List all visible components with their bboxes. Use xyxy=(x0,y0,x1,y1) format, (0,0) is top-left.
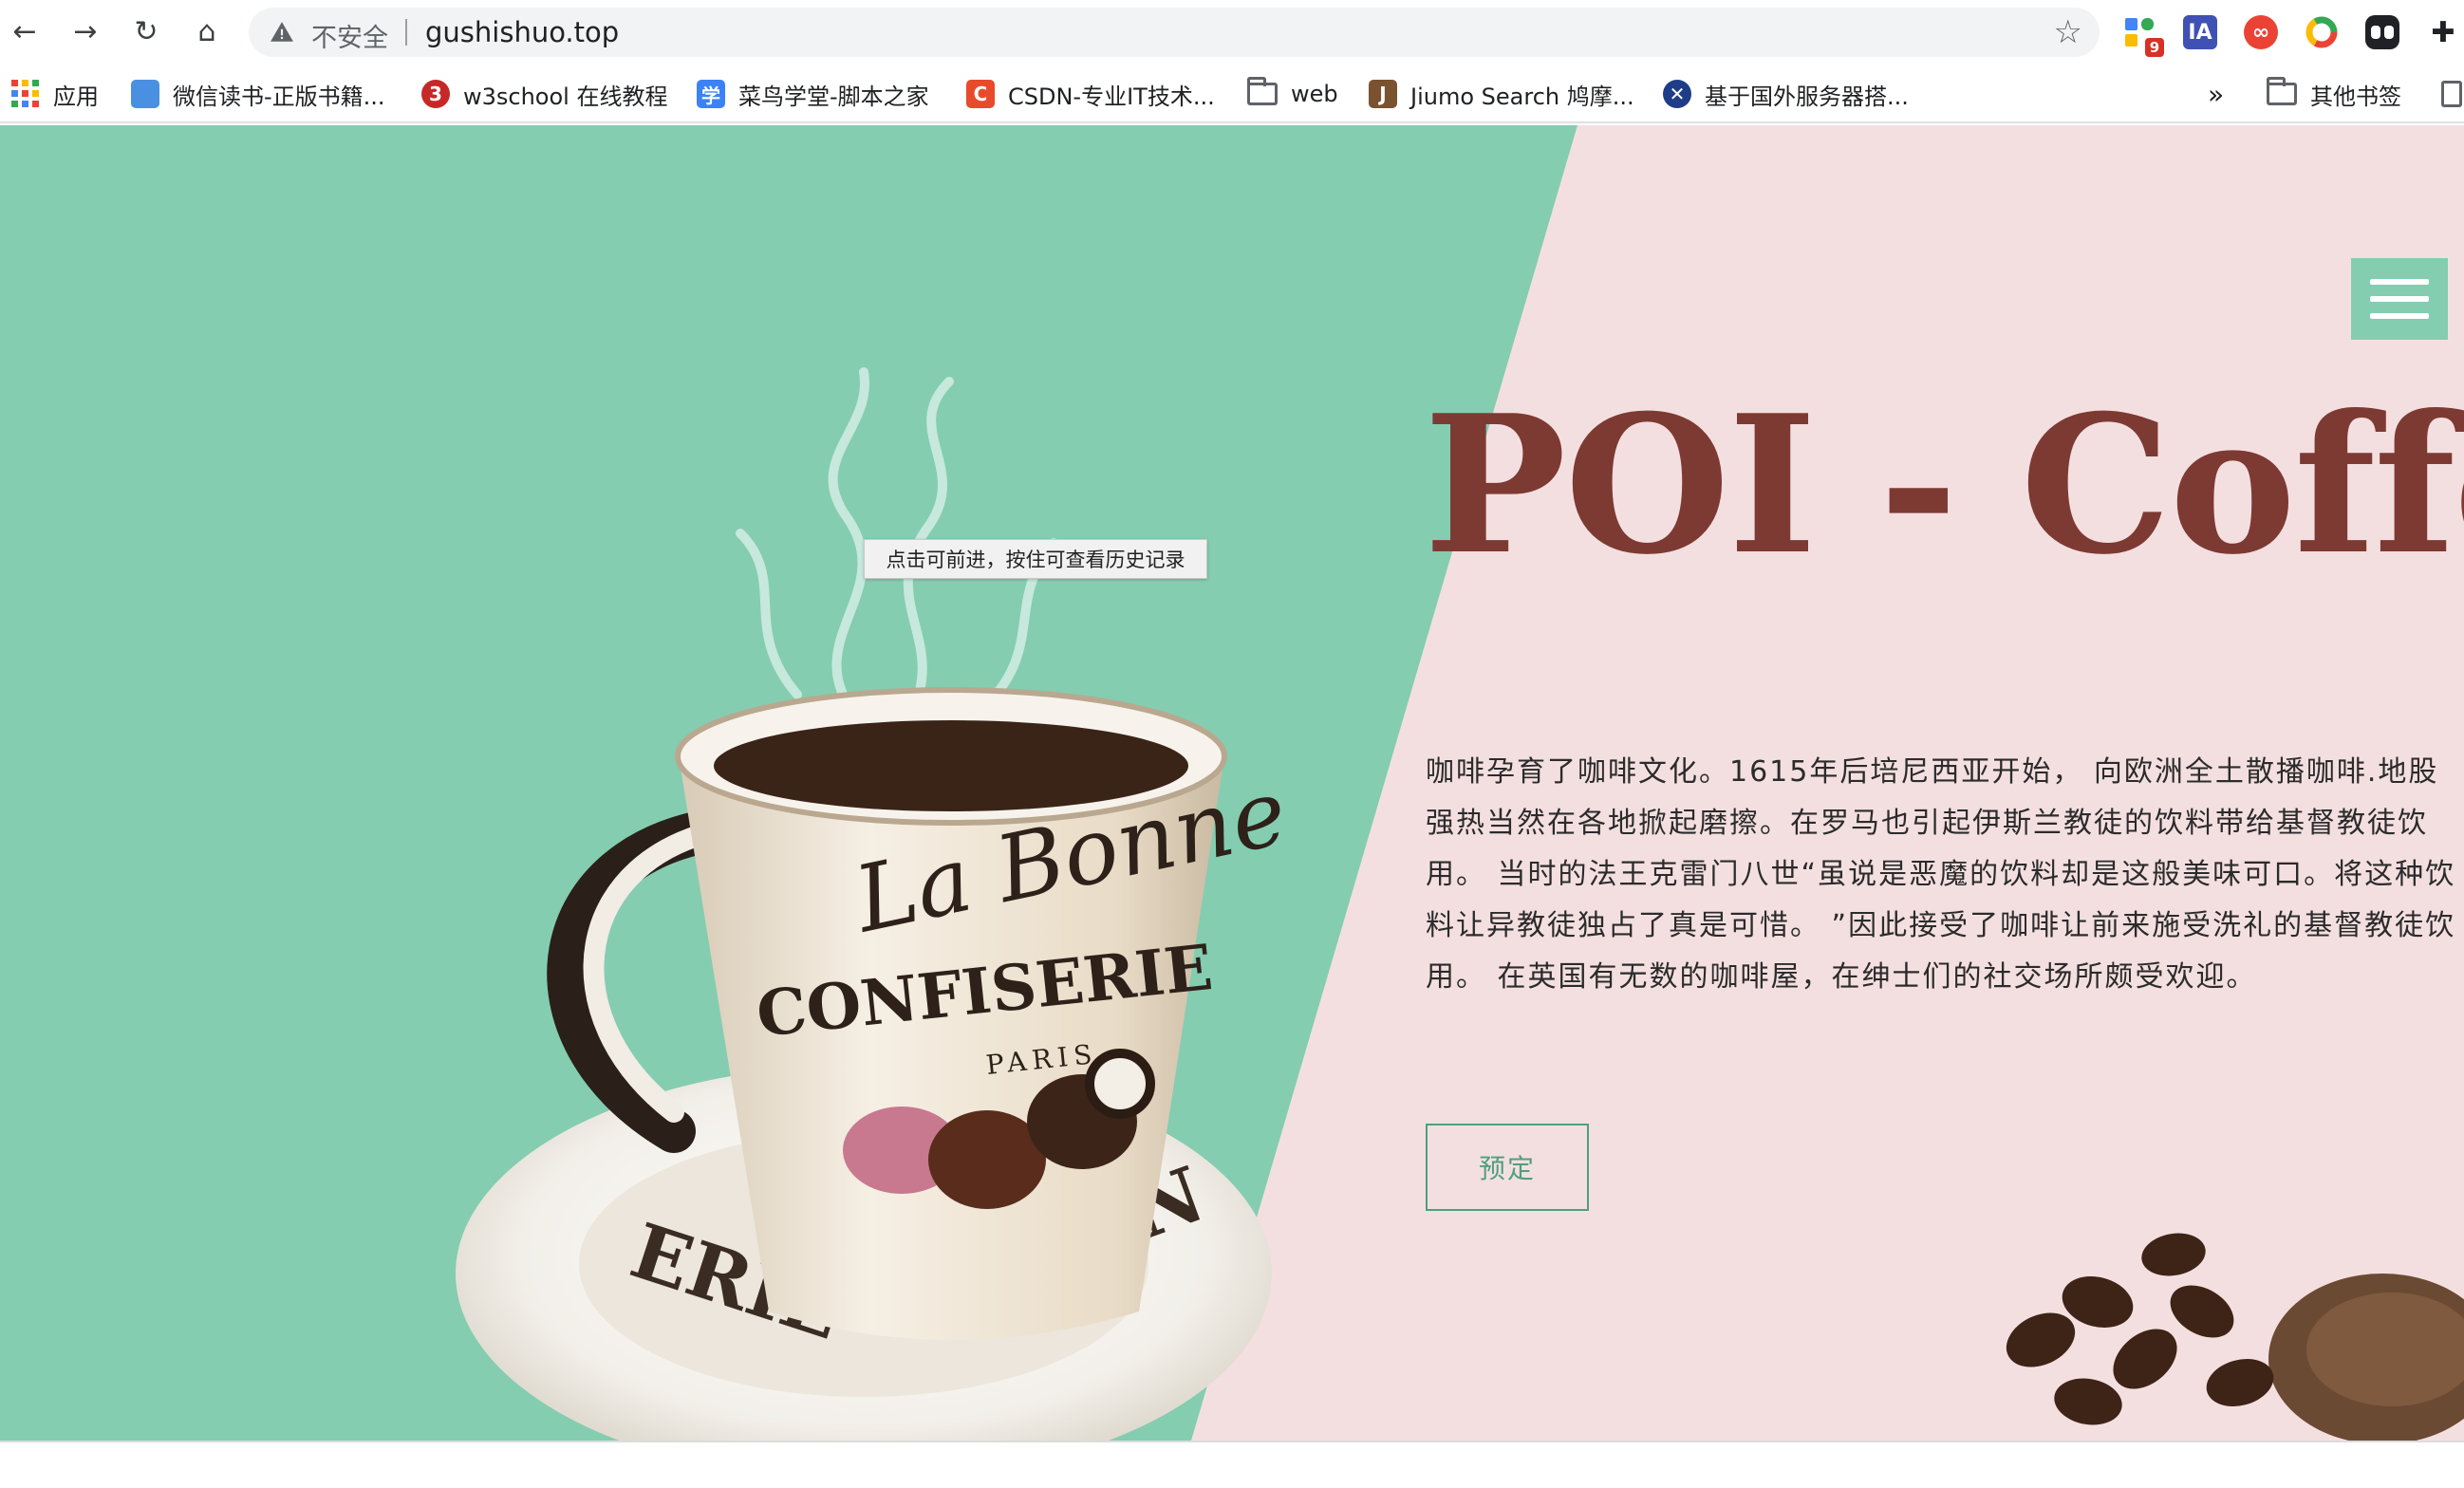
omnibox-divider xyxy=(405,19,407,46)
other-bookmarks-folder[interactable]: 其他书签 xyxy=(2267,76,2401,112)
book-button[interactable]: 预定 xyxy=(1426,1124,1589,1211)
hero-section: ERIE CON La Bonne CONFISERIE PARIS xyxy=(0,125,2464,1441)
forward-tooltip: 点击可前进，按住可查看历史记录 xyxy=(864,539,1207,579)
page-footer-strip xyxy=(0,1441,2464,1488)
bookmark-label: 其他书签 xyxy=(2310,83,2401,110)
w3school-icon: 3 xyxy=(421,80,450,108)
game-extension-icon[interactable] xyxy=(2365,15,2399,49)
page-title: POI - Coffee xyxy=(1424,374,2464,597)
chrome-color-extension-icon[interactable] xyxy=(2305,15,2339,49)
puzzle-extensions-icon[interactable]: ✚ xyxy=(2426,15,2460,49)
bookmark-folder-web[interactable]: web xyxy=(1247,76,1338,112)
coffee-beans-image xyxy=(2006,1233,2464,1441)
intro-paragraph: 咖啡孕育了咖啡文化。1615年后培尼西亚开始， 向欧洲全土散播咖啡.地股强热当然… xyxy=(1426,755,2456,994)
coffee-cup-image: ERIE CON La Bonne CONFISERIE PARIS xyxy=(456,367,1296,1441)
runoob-icon: 学 xyxy=(697,80,725,108)
color-ring-icon xyxy=(2305,16,2338,48)
bookmark-label: w3school 在线教程 xyxy=(463,83,668,110)
bookmark-label: CSDN-专业IT技术... xyxy=(1008,83,1215,110)
menu-bar-icon xyxy=(2370,296,2429,302)
bookmarks-bar: 应用 微信读书-正版书籍... 3 w3school 在线教程 学 菜鸟学堂-脚… xyxy=(0,65,2464,123)
bookmark-star-icon[interactable]: ☆ xyxy=(2054,15,2082,49)
bookmark-runoob[interactable]: 学 菜鸟学堂-脚本之家 xyxy=(697,76,929,112)
extension-badge: 9 xyxy=(2145,38,2164,57)
csdn-icon: C xyxy=(966,80,995,108)
menu-bar-icon xyxy=(2370,279,2429,285)
folder-icon xyxy=(1247,77,1278,105)
ia-extension-icon[interactable]: IA xyxy=(2183,15,2217,49)
bookmark-jiumo[interactable]: J Jiumo Search 鸠摩... xyxy=(1369,76,1634,112)
home-icon[interactable]: ⌂ xyxy=(188,13,226,51)
uk-flag-icon: ✕ xyxy=(1663,80,1691,108)
reading-list-icon[interactable] xyxy=(2441,76,2462,112)
bookmark-csdn[interactable]: C CSDN-专业IT技术... xyxy=(966,76,1215,112)
forward-icon[interactable]: → xyxy=(66,13,104,51)
url-text[interactable]: gushishuo.top xyxy=(425,16,619,48)
menu-bar-icon xyxy=(2370,313,2429,319)
back-icon[interactable]: ← xyxy=(6,13,44,51)
infinity-extension-icon[interactable]: ∞ xyxy=(2244,15,2278,49)
jiumo-icon: J xyxy=(1369,80,1397,108)
bookmark-server[interactable]: ✕ 基于国外服务器搭... xyxy=(1663,76,1909,112)
weread-icon xyxy=(131,80,159,108)
bookmark-label: 应用 xyxy=(53,83,99,110)
bookmark-label: web xyxy=(1291,81,1338,107)
warning-icon[interactable] xyxy=(270,20,294,45)
more-bookmarks-icon[interactable]: » xyxy=(2208,76,2224,112)
bookmark-label: 微信读书-正版书籍... xyxy=(173,83,385,110)
security-label[interactable]: 不安全 xyxy=(311,17,388,54)
address-bar[interactable]: 不安全 gushishuo.top ☆ xyxy=(249,8,2100,57)
bookmark-weread[interactable]: 微信读书-正版书籍... xyxy=(131,76,385,112)
hamburger-menu-button[interactable] xyxy=(2351,258,2448,340)
extension-grid-icon[interactable]: 9 xyxy=(2122,15,2164,57)
bookmark-w3school[interactable]: 3 w3school 在线教程 xyxy=(421,76,667,112)
bookmark-apps[interactable]: 应用 xyxy=(11,76,99,112)
reload-icon[interactable]: ↻ xyxy=(127,13,165,51)
eyes-glyph-icon xyxy=(2371,26,2394,39)
bookmark-label: 基于国外服务器搭... xyxy=(1705,83,1909,110)
apps-grid-icon xyxy=(11,80,40,108)
bookmark-label: 菜鸟学堂-脚本之家 xyxy=(738,83,929,110)
browser-toolbar: ← → ↻ ⌂ 不安全 gushishuo.top ☆ 9 IA ∞ ✚ xyxy=(0,0,2464,65)
folder-icon xyxy=(2267,77,2297,105)
bookmark-label: Jiumo Search 鸠摩... xyxy=(1410,83,1634,110)
